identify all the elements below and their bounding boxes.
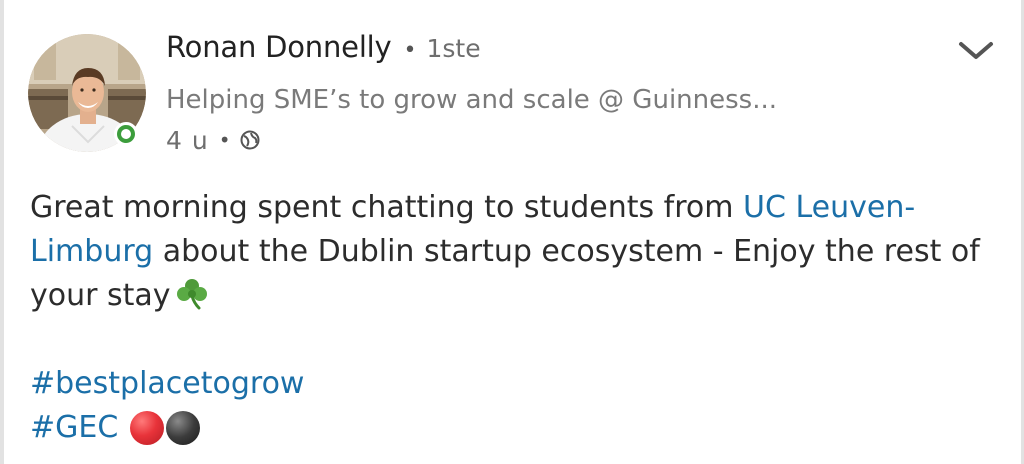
hashtag-row: #GEC — [30, 406, 930, 450]
author-headline: Helping SME’s to grow and scale @ Guinne… — [166, 85, 777, 115]
hashtag-link[interactable]: #bestplacetogrow — [30, 362, 304, 406]
frame-edge-left — [0, 0, 4, 464]
red-circle-emoji-icon — [130, 411, 165, 445]
online-status-indicator — [114, 122, 138, 146]
globe-icon — [240, 130, 259, 150]
post-text-segment: Great morning spent chatting to students… — [30, 190, 744, 225]
connection-degree: 1ste — [426, 34, 481, 63]
post-header: Ronan Donnelly • 1ste Helping SME’s to g… — [166, 30, 926, 160]
separator-dot: • — [403, 38, 417, 63]
post-text: Great morning spent chatting to students… — [30, 186, 990, 318]
author-name[interactable]: Ronan Donnelly — [166, 30, 392, 64]
post-meta: 4 u • — [166, 120, 926, 160]
post-text-segment: about the Dublin startup ecosystem - Enj… — [30, 234, 980, 313]
chevron-down-icon[interactable] — [958, 40, 994, 62]
hashtags: #bestplacetogrow #GEC — [30, 362, 930, 450]
author-row: Ronan Donnelly • 1ste — [166, 30, 926, 76]
separator-dot: • — [218, 128, 231, 152]
hashtag-link[interactable]: #GEC — [30, 406, 118, 450]
hashtag-row: #bestplacetogrow — [30, 362, 930, 406]
shamrock-emoji-icon — [176, 279, 207, 310]
post-timestamp: 4 u — [166, 125, 209, 155]
black-circle-emoji-icon — [166, 411, 201, 445]
author-avatar[interactable] — [28, 34, 146, 152]
